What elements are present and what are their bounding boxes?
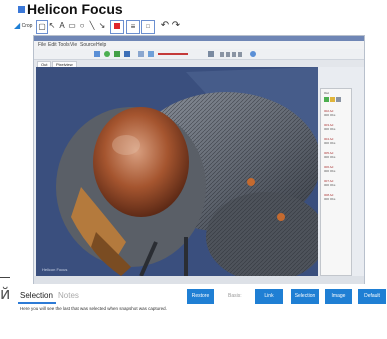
annotation-toolbar: ◢ Crop ▢ ↖ A ▭ ○ ╲ ↘ ≡ □ ↶ ↷ [14,20,224,34]
basis-label: Basis: [228,293,242,299]
list-icon[interactable] [335,97,341,102]
selection-button[interactable]: Selection [291,289,319,304]
info-icon[interactable] [250,51,256,57]
zoom-icon[interactable] [148,51,154,57]
source-item-sub: 000 Obs [324,169,336,173]
color-swatch[interactable] [110,20,124,34]
select-icon[interactable]: ▢ [36,20,48,34]
source-item[interactable]: 002 Ad 000 Obs [324,109,350,117]
play-icon[interactable] [104,51,110,57]
source-item[interactable]: 008 Ad 000 Obs [324,193,350,201]
view-tabs: Out Pixelview [34,60,364,69]
open-icon[interactable] [94,51,100,57]
menu-edit[interactable]: Edit [48,41,57,49]
ellipse-icon[interactable]: ○ [78,20,86,32]
helicon-focus-window: File Edit Tools Vie Source Help Out Pixe… [33,35,365,284]
menu-source[interactable]: Source [80,41,96,49]
redo-icon[interactable]: ↷ [171,20,181,32]
panel-icons [324,97,350,103]
save-icon[interactable] [124,51,130,57]
pointer-icon[interactable]: ↖ [48,20,56,32]
undo-icon[interactable]: ↶ [160,20,170,32]
image-preview[interactable]: Helicon Focus [36,67,318,276]
image-button[interactable]: Image [325,289,352,304]
app-icon [18,6,25,13]
source-item[interactable]: 004 Ad 000 Obs [324,137,350,145]
source-item[interactable]: 005 Ad 000 Obs [324,151,350,159]
source-item-sub: 000 Obs [324,127,336,131]
default-button[interactable]: Default [358,289,386,304]
panel-header: Out [324,91,329,95]
text-tool-icon[interactable]: A [58,20,66,32]
restore-button[interactable]: Restore [187,289,214,304]
font-size-icon[interactable]: □ [141,20,155,34]
menu-help[interactable]: Help [96,41,106,49]
app-title: Helicon Focus [27,1,123,17]
source-item-sub: 000 Obs [324,113,336,117]
menu-file[interactable]: File [38,41,46,49]
zoom-slider[interactable] [158,53,188,55]
view-mode-icons[interactable] [220,52,244,57]
magnify-icon[interactable] [208,51,214,57]
tab-notes[interactable]: Notes [58,291,79,300]
fly-photo: Helicon Focus [36,67,318,276]
selection-description: Here you will see the last that was sele… [20,306,167,311]
crop-label[interactable]: Crop [20,20,34,32]
rectangle-icon[interactable]: ▭ [68,20,76,32]
status-bar [34,276,364,284]
link-button[interactable]: Link [255,289,283,304]
source-item-sub: 000 Obs [324,141,336,145]
divider [0,277,10,278]
source-item[interactable]: 003 Ad 000 Obs [324,123,350,131]
arrow-icon[interactable]: ↘ [98,20,106,32]
menu-bar: File Edit Tools Vie Source Help [34,41,364,49]
source-item-sub: 000 Obs [324,155,336,159]
star-icon[interactable] [329,97,335,102]
active-tab-indicator [18,302,56,304]
tab-selection[interactable]: Selection [20,291,53,300]
menu-view[interactable]: Vie [70,41,77,49]
image-watermark: Helicon Focus [42,267,67,272]
render-icon[interactable] [114,51,120,57]
side-glyph: й [0,284,11,303]
check-icon[interactable] [324,97,329,102]
source-item-sub: 000 Obs [324,197,336,201]
line-width-icon[interactable]: ≡ [126,20,140,34]
right-panel: Out 002 Ad 000 Obs 003 Ad 000 Obs 004 Ad… [320,88,352,276]
line-icon[interactable]: ╲ [88,20,96,32]
fit-icon[interactable] [138,51,144,57]
source-item-sub: 000 Obs [324,183,336,187]
window-toolbar [34,49,364,60]
source-item[interactable]: 007 Ad 000 Obs [324,179,350,187]
menu-tools[interactable]: Tools [58,41,70,49]
source-item[interactable]: 006 Ad 000 Obs [324,165,350,173]
